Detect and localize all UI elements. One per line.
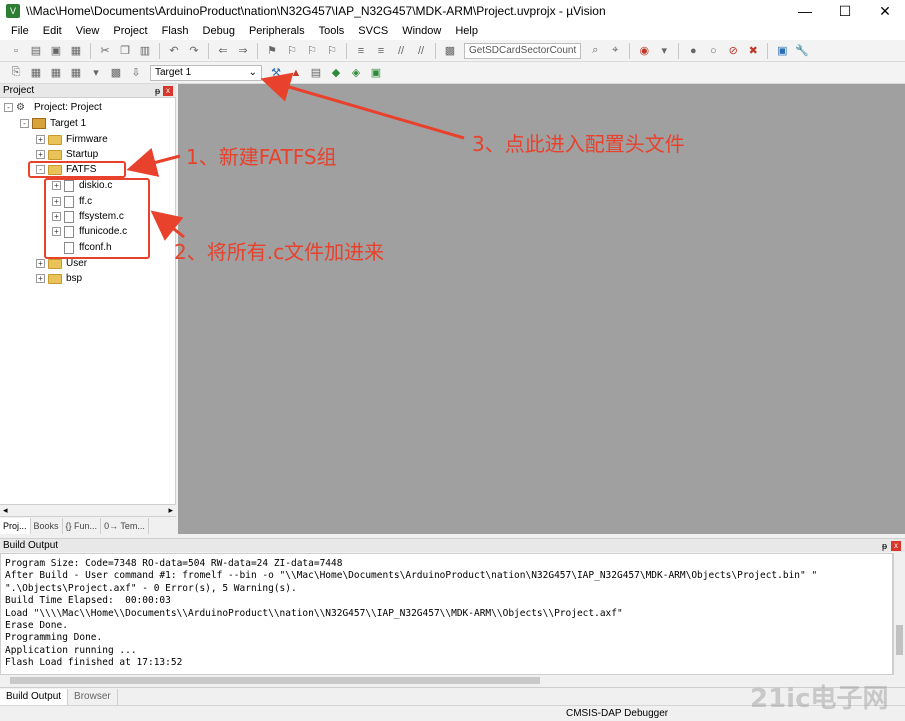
arrow-to-files (150, 210, 185, 241)
watermark-logo: 21ic电子网 (750, 684, 889, 714)
annotation-arrows (126, 72, 465, 241)
annotation-step-2: 2、将所有.c文件加进来 (174, 240, 385, 264)
annotation-step-1: 1、新建FATFS组 (186, 145, 337, 169)
annotation-step-3: 3、点此进入配置头文件 (472, 132, 685, 156)
arrow-to-options (260, 72, 465, 140)
arrow-to-fatfs (126, 147, 181, 177)
